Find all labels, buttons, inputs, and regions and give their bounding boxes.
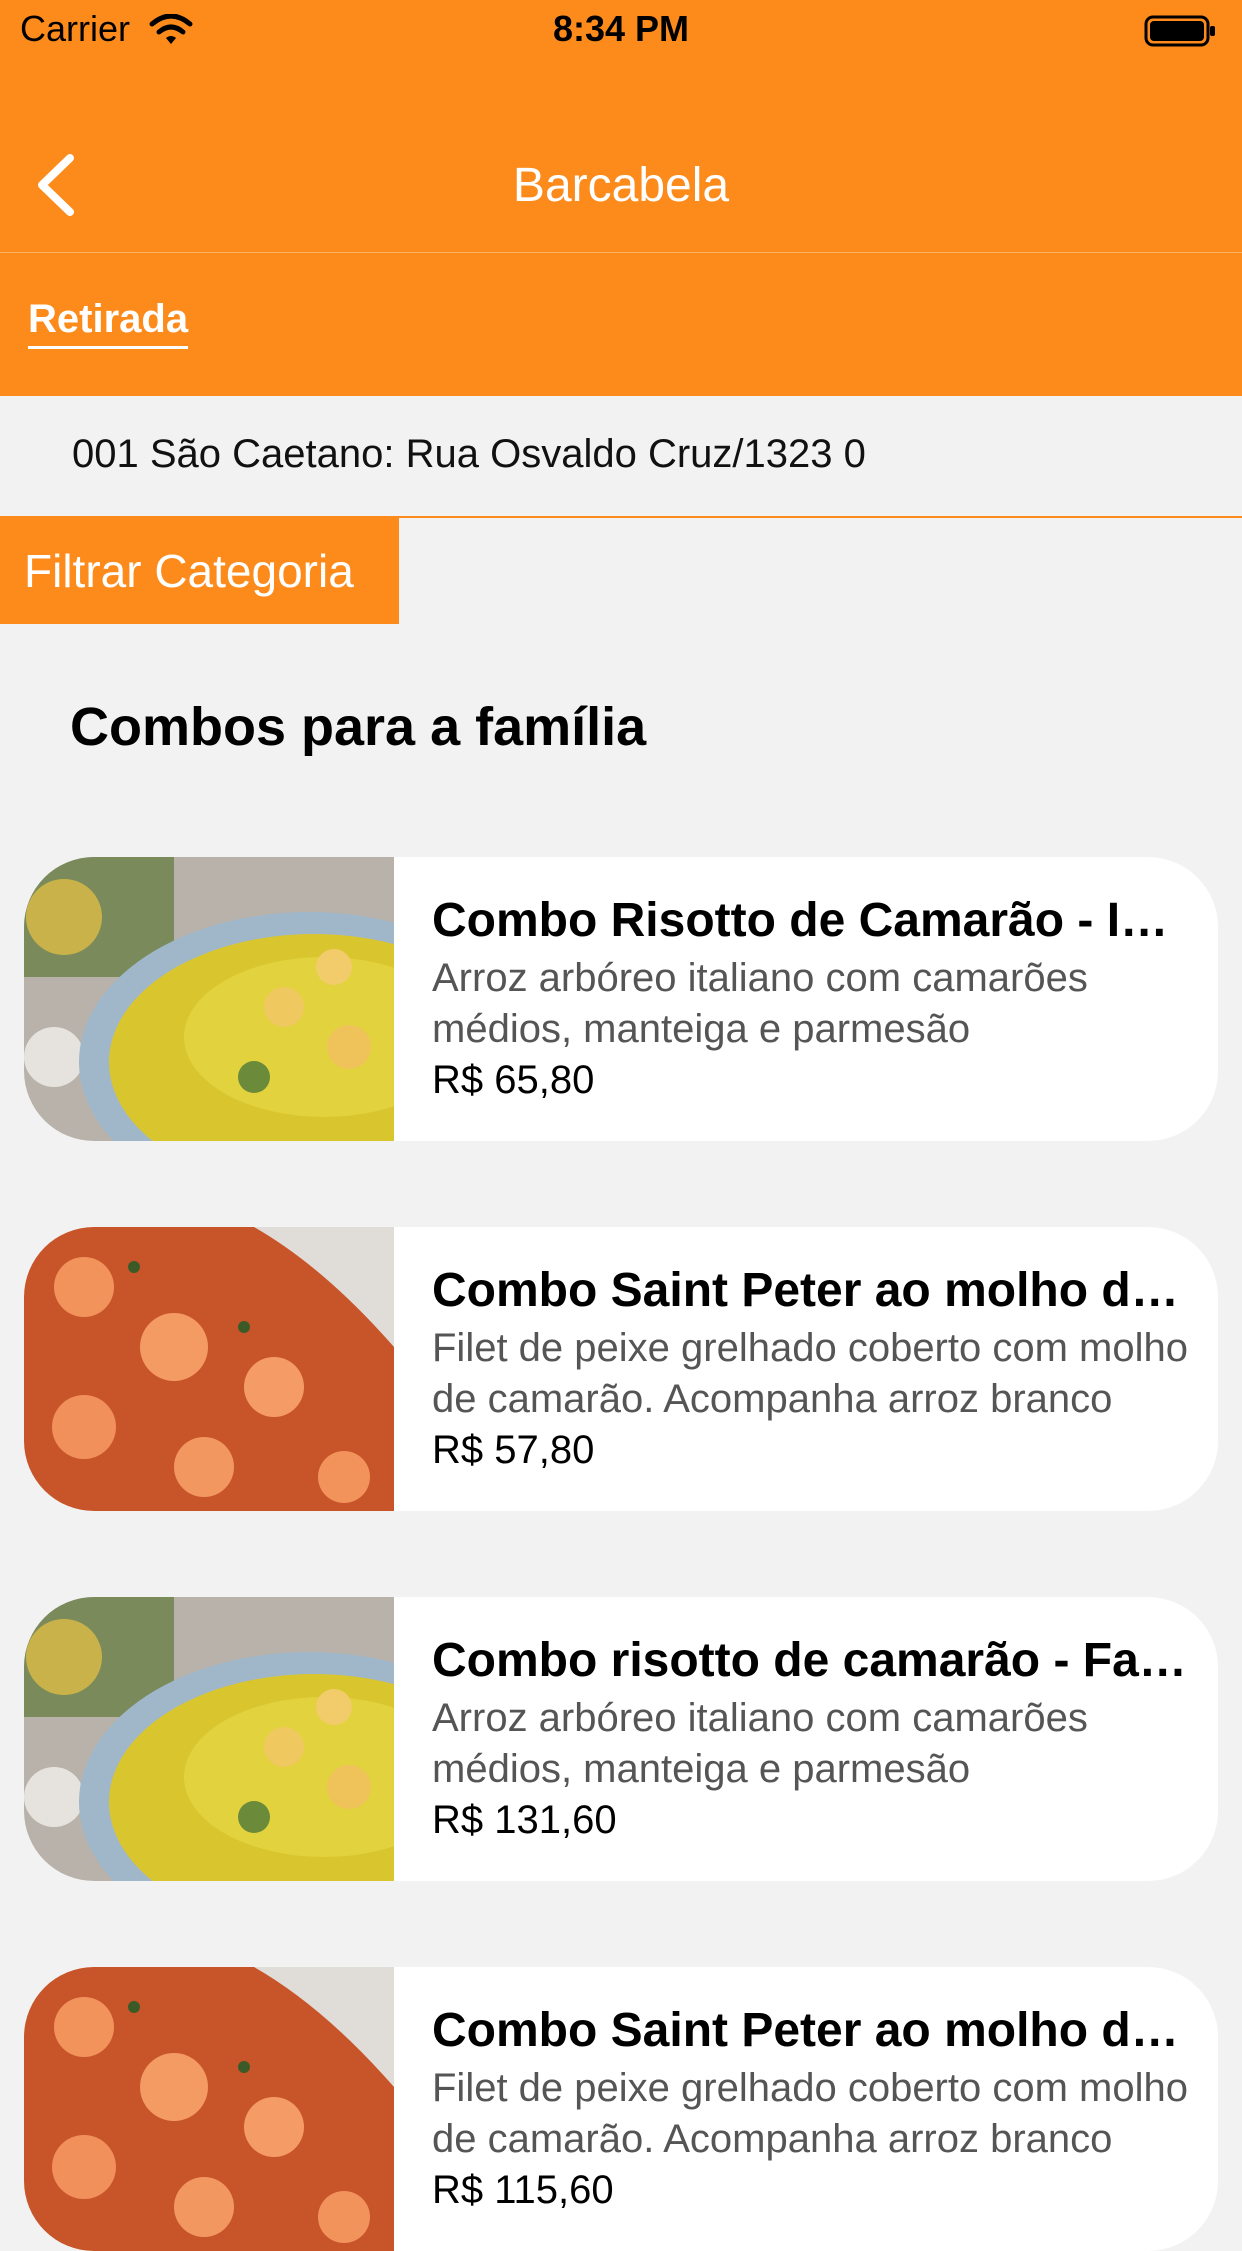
filter-category-label: Filtrar Categoria <box>24 545 354 597</box>
product-name: Combo Risotto de Camarão - Individual <box>432 894 1192 947</box>
store-address-row[interactable]: 001 São Caetano: Rua Osvaldo Cruz/1323 0 <box>0 396 1242 518</box>
product-price: R$ 57,80 <box>432 1428 595 1472</box>
product-info: Combo Saint Peter ao molho de camarão Fi… <box>432 2003 1192 2215</box>
product-card[interactable]: Combo Saint Peter ao molho de camarão Fi… <box>24 1227 1218 1511</box>
battery-icon <box>1144 15 1215 47</box>
navigation-bar: Barcabela <box>0 60 1242 252</box>
product-name: Combo Saint Peter ao molho de camarão <box>432 2004 1192 2057</box>
shrimp-dish-image <box>24 1227 394 1511</box>
product-description: Filet de peixe grelhado coberto com molh… <box>432 1326 1188 1421</box>
product-info: Combo Saint Peter ao molho de camarão Fi… <box>432 1263 1192 1475</box>
product-description: Arroz arbóreo italiano com camarões médi… <box>432 956 1088 1051</box>
risotto-image <box>24 857 394 1141</box>
page-title: Barcabela <box>512 159 730 212</box>
product-name: Combo Saint Peter ao molho de camarão <box>432 1264 1192 1317</box>
section-title: Combos para a família <box>70 697 647 757</box>
product-description: Filet de peixe grelhado coberto com molh… <box>432 2066 1188 2161</box>
order-mode-bar: Retirada <box>0 253 1242 396</box>
product-name: Combo risotto de camarão - Família <box>432 1634 1192 1687</box>
clock: 8:34 PM <box>552 8 690 49</box>
product-price: R$ 131,60 <box>432 1798 617 1842</box>
status-bar: Carrier 8:34 PM <box>0 0 1242 60</box>
store-address: 001 São Caetano: Rua Osvaldo Cruz/1323 0 <box>72 432 866 476</box>
product-description: Arroz arbóreo italiano com camarões médi… <box>432 1696 1088 1791</box>
product-card[interactable]: Combo Saint Peter ao molho de camarão Fi… <box>24 1967 1218 2251</box>
product-card[interactable]: Combo Risotto de Camarão - Individual Ar… <box>24 857 1218 1141</box>
shrimp-dish-image <box>24 1967 394 2251</box>
product-card[interactable]: Combo risotto de camarão - Família Arroz… <box>24 1597 1218 1881</box>
risotto-image <box>24 1597 394 1881</box>
product-price: R$ 65,80 <box>432 1058 595 1102</box>
product-info: Combo Risotto de Camarão - Individual Ar… <box>432 893 1192 1105</box>
filter-category-button[interactable]: Filtrar Categoria <box>0 518 399 624</box>
tab-retirada[interactable]: Retirada <box>28 297 189 349</box>
product-info: Combo risotto de camarão - Família Arroz… <box>432 1633 1192 1845</box>
